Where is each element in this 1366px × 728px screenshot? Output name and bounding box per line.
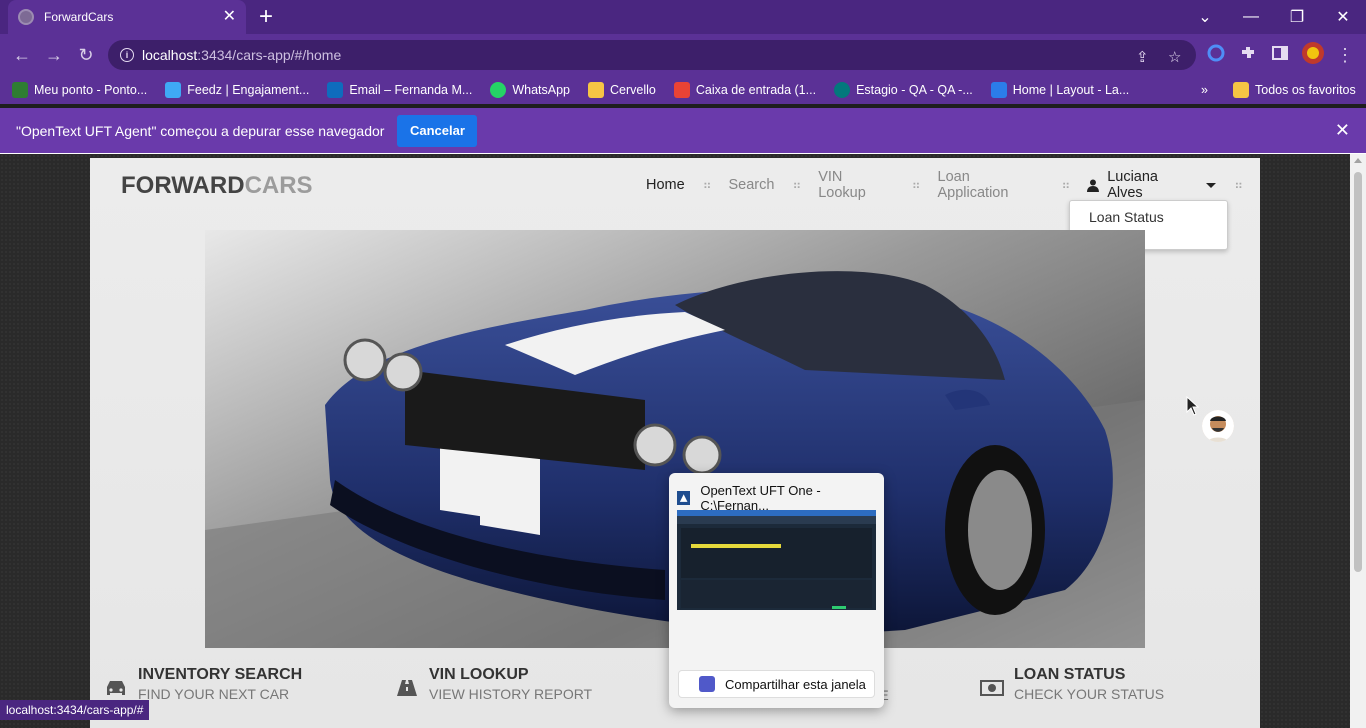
feature-vin-lookup[interactable]: VIN LOOKUP VIEW HISTORY REPORT bbox=[395, 666, 592, 702]
side-panel-icon[interactable] bbox=[1271, 44, 1289, 62]
user-icon bbox=[1087, 179, 1100, 192]
bookmarks-overflow-icon[interactable]: » bbox=[1201, 83, 1208, 97]
profile-avatar[interactable] bbox=[1302, 42, 1324, 64]
browser-toolbar: ← → ↻ i localhost:3434/cars-app/#/home ⇪… bbox=[0, 34, 1366, 76]
restore-icon[interactable]: ❐ bbox=[1274, 0, 1320, 34]
nav-separator-icon: ⠶ bbox=[1234, 178, 1243, 192]
nav-separator-icon: ⠶ bbox=[792, 178, 801, 192]
extension-uft-icon[interactable] bbox=[1207, 44, 1225, 62]
feature-inventory-search[interactable]: INVENTORY SEARCH FIND YOUR NEXT CAR bbox=[104, 666, 302, 702]
sharepoint-icon bbox=[834, 82, 851, 98]
uft-app-icon bbox=[677, 491, 691, 505]
url-text: localhost:3434/cars-app/#/home bbox=[142, 47, 342, 63]
address-bar[interactable]: i localhost:3434/cars-app/#/home ⇪ ☆ bbox=[108, 40, 1196, 70]
extensions-puzzle-icon[interactable] bbox=[1239, 44, 1257, 62]
mouse-cursor-icon bbox=[1186, 396, 1200, 416]
feature-title: VIN LOOKUP bbox=[429, 666, 529, 683]
tab-favicon-icon bbox=[18, 9, 34, 25]
nav-loan-application[interactable]: Loan Application bbox=[938, 169, 1044, 201]
feature-title: INVENTORY SEARCH bbox=[138, 666, 303, 683]
site-info-icon[interactable]: i bbox=[120, 48, 134, 62]
road-icon bbox=[397, 680, 417, 696]
minimize-icon[interactable]: — bbox=[1228, 0, 1274, 34]
car-icon bbox=[107, 681, 125, 695]
nav-search[interactable]: Search bbox=[728, 177, 774, 193]
folder-icon bbox=[1233, 82, 1249, 98]
scrollbar-thumb[interactable] bbox=[1354, 172, 1362, 572]
cancel-debug-button[interactable]: Cancelar bbox=[397, 114, 478, 147]
gmail-icon bbox=[673, 82, 690, 98]
user-menu[interactable]: Luciana Alves bbox=[1087, 169, 1217, 201]
page-scrollbar[interactable] bbox=[1350, 154, 1366, 728]
bookmark-favicon-icon bbox=[12, 82, 28, 98]
bookmark-favicon-icon bbox=[165, 82, 182, 98]
bookmark-item[interactable]: Estagio - QA - QA -... bbox=[834, 82, 973, 98]
forward-icon[interactable]: → bbox=[41, 42, 67, 68]
outlook-icon bbox=[327, 82, 344, 98]
site-logo[interactable]: FORWARDCARS bbox=[121, 172, 313, 200]
bookmark-favicon-icon bbox=[990, 82, 1007, 98]
bookmark-item[interactable]: Feedz | Engajament... bbox=[165, 82, 309, 98]
nav-separator-icon: ⠶ bbox=[911, 178, 921, 192]
menu-kebab-icon[interactable]: ⋮ bbox=[1332, 42, 1358, 68]
all-bookmarks-folder[interactable]: Todos os favoritos bbox=[1233, 82, 1356, 98]
infobar-message: "OpenText UFT Agent" começou a depurar e… bbox=[16, 122, 385, 139]
nav-vin-lookup[interactable]: VIN Lookup bbox=[818, 169, 893, 201]
nav-home[interactable]: Home bbox=[646, 177, 685, 193]
bookmark-item[interactable]: Home | Layout - La... bbox=[990, 82, 1129, 98]
title-bar: ForwardCars ✕ + ⌄ — ❐ ✕ bbox=[0, 0, 1366, 34]
share-icon[interactable]: ⇪ bbox=[1136, 48, 1149, 66]
feature-loan-status[interactable]: LOAN STATUS CHECK YOUR STATUS bbox=[980, 666, 1164, 702]
nav-separator-icon: ⠶ bbox=[1061, 178, 1070, 192]
new-tab-icon[interactable]: + bbox=[259, 5, 273, 29]
window-close-icon[interactable]: ✕ bbox=[1320, 0, 1366, 34]
chevron-down-icon bbox=[1206, 182, 1217, 188]
back-icon[interactable]: ← bbox=[9, 42, 35, 68]
bookmark-star-icon[interactable]: ☆ bbox=[1168, 48, 1181, 66]
share-window-label: Compartilhar esta janela bbox=[725, 676, 866, 692]
scroll-up-icon[interactable] bbox=[1354, 158, 1362, 163]
debug-infobar: "OpenText UFT Agent" começou a depurar e… bbox=[0, 108, 1366, 154]
link-status-bar: localhost:3434/cars-app/# bbox=[0, 700, 150, 720]
tab-search-icon[interactable]: ⌄ bbox=[1182, 0, 1228, 34]
folder-icon bbox=[587, 82, 604, 98]
site-nav: Home ⠶ Search ⠶ VIN Lookup ⠶ Loan Applic… bbox=[646, 169, 1260, 201]
bookmarks-bar: Meu ponto - Ponto... Feedz | Engajament.… bbox=[0, 76, 1366, 104]
nav-separator-icon: ⠶ bbox=[702, 178, 712, 192]
feature-subtitle: FIND YOUR NEXT CAR bbox=[138, 686, 290, 702]
bookmark-item[interactable]: Meu ponto - Ponto... bbox=[12, 82, 147, 98]
reload-icon[interactable]: ↻ bbox=[73, 42, 99, 68]
feature-subtitle: VIEW HISTORY REPORT bbox=[429, 686, 593, 702]
whatsapp-icon bbox=[490, 82, 507, 98]
bookmark-item[interactable]: Caixa de entrada (1... bbox=[673, 82, 816, 98]
infobar-close-icon[interactable]: ✕ bbox=[1335, 120, 1350, 141]
feature-subtitle: CHECK YOUR STATUS bbox=[1014, 686, 1165, 702]
preview-thumbnail bbox=[677, 510, 876, 610]
taskbar-window-preview[interactable]: OpenText UFT One - C:\Fernan... Comparti… bbox=[669, 473, 884, 708]
bookmark-item[interactable]: Cervello bbox=[587, 82, 656, 98]
feature-title: LOAN STATUS bbox=[1014, 666, 1126, 683]
user-name: Luciana Alves bbox=[1107, 169, 1158, 201]
browser-tab[interactable]: ForwardCars ✕ bbox=[8, 0, 246, 34]
tab-close-icon[interactable]: ✕ bbox=[223, 9, 236, 25]
preview-title-row: OpenText UFT One - C:\Fernan... bbox=[677, 483, 884, 513]
preview-title: OpenText UFT One - C:\Fernan... bbox=[700, 483, 821, 513]
floating-avatar[interactable] bbox=[1202, 410, 1234, 442]
tab-title: ForwardCars bbox=[44, 10, 114, 24]
bookmark-item[interactable]: Email – Fernanda M... bbox=[327, 82, 472, 98]
share-window-button[interactable]: Compartilhar esta janela bbox=[678, 670, 875, 698]
money-icon bbox=[980, 680, 1004, 696]
teams-icon bbox=[699, 676, 715, 692]
bookmark-item[interactable]: WhatsApp bbox=[490, 82, 570, 98]
menu-item-loan-status[interactable]: Loan Status bbox=[1089, 207, 1227, 227]
